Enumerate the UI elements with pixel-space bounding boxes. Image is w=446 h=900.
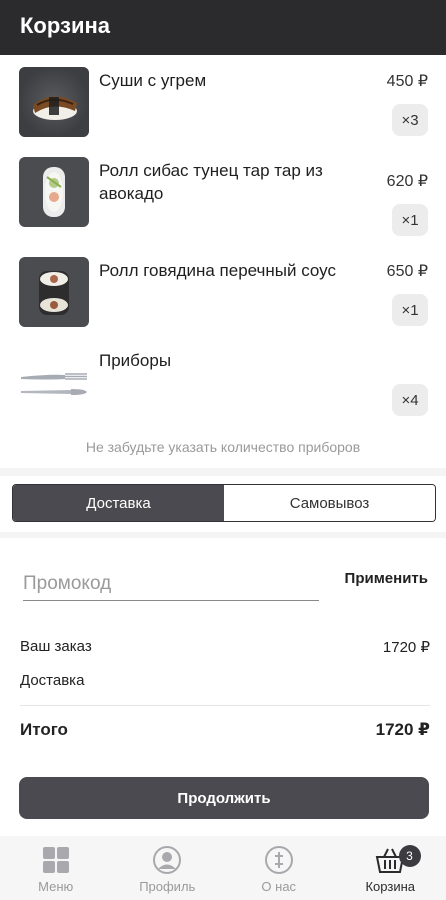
- quantity-badge[interactable]: ×1: [392, 204, 428, 236]
- item-name: Ролл говядина перечный соус: [99, 261, 336, 280]
- item-price: 620 ₽: [386, 173, 428, 190]
- nav-label: Меню: [38, 879, 74, 894]
- cart-item[interactable]: Приборы ×4: [0, 347, 446, 437]
- nav-item-about[interactable]: О нас: [223, 836, 335, 900]
- tab-delivery[interactable]: Доставка: [13, 485, 224, 521]
- subtotal-label: Ваш заказ: [20, 638, 92, 655]
- quantity-badge[interactable]: ×1: [392, 294, 428, 326]
- quantity-badge[interactable]: ×3: [392, 104, 428, 136]
- tab-pickup[interactable]: Самовывоз: [224, 485, 435, 521]
- nav-item-cart[interactable]: Корзина 3: [335, 836, 446, 900]
- page-title: Корзина: [20, 13, 110, 38]
- seabass-roll-photo: [19, 157, 89, 227]
- nav-item-menu[interactable]: Меню: [0, 836, 112, 900]
- total-value: 1720 ₽: [375, 720, 430, 739]
- item-name: Приборы: [99, 351, 172, 370]
- nav-label: Профиль: [139, 879, 196, 894]
- promo-code-input[interactable]: [23, 567, 319, 601]
- delivery-label: Доставка: [20, 672, 85, 689]
- nav-label: О нас: [261, 879, 297, 894]
- item-price: 650 ₽: [386, 263, 428, 280]
- item-name: Ролл сибас тунец тар тар из авокадо: [99, 161, 323, 203]
- bottom-nav: Меню Профиль О нас Корзина 3: [0, 836, 446, 900]
- delivery-mode-toggle: Доставка Самовывоз: [12, 484, 436, 522]
- item-name: Суши с угрем: [99, 71, 207, 90]
- cutlery-icon: [19, 347, 89, 417]
- nav-label: Корзина: [365, 879, 416, 894]
- eel-sushi-photo: [19, 67, 89, 137]
- menu-grid-icon: [42, 847, 69, 873]
- cutlery-reminder: Не забудьте указать количество приборов: [85, 439, 361, 455]
- section-divider: [0, 532, 446, 538]
- cart-item[interactable]: Суши с угрем 450 ₽ ×3: [0, 67, 446, 157]
- continue-button[interactable]: Продолжить: [19, 777, 429, 819]
- item-price: 450 ₽: [386, 73, 428, 90]
- nav-item-profile[interactable]: Профиль: [112, 836, 224, 900]
- subtotal-value: 1720 ₽: [382, 639, 430, 656]
- section-divider: [0, 468, 446, 476]
- cart-count-badge: 3: [398, 845, 421, 867]
- apply-promo-button[interactable]: Применить: [345, 570, 428, 587]
- app-bar: Корзина: [0, 0, 446, 55]
- total-label: Итого: [20, 720, 68, 739]
- summary-divider: [20, 705, 430, 706]
- profile-icon: [153, 846, 182, 874]
- quantity-badge[interactable]: ×4: [392, 384, 428, 416]
- cart-item[interactable]: Ролл говядина перечный соус 650 ₽ ×1: [0, 257, 446, 347]
- beef-roll-photo: [19, 257, 89, 327]
- info-icon: [264, 846, 293, 874]
- cart-item[interactable]: Ролл сибас тунец тар тар из авокадо 620 …: [0, 157, 446, 247]
